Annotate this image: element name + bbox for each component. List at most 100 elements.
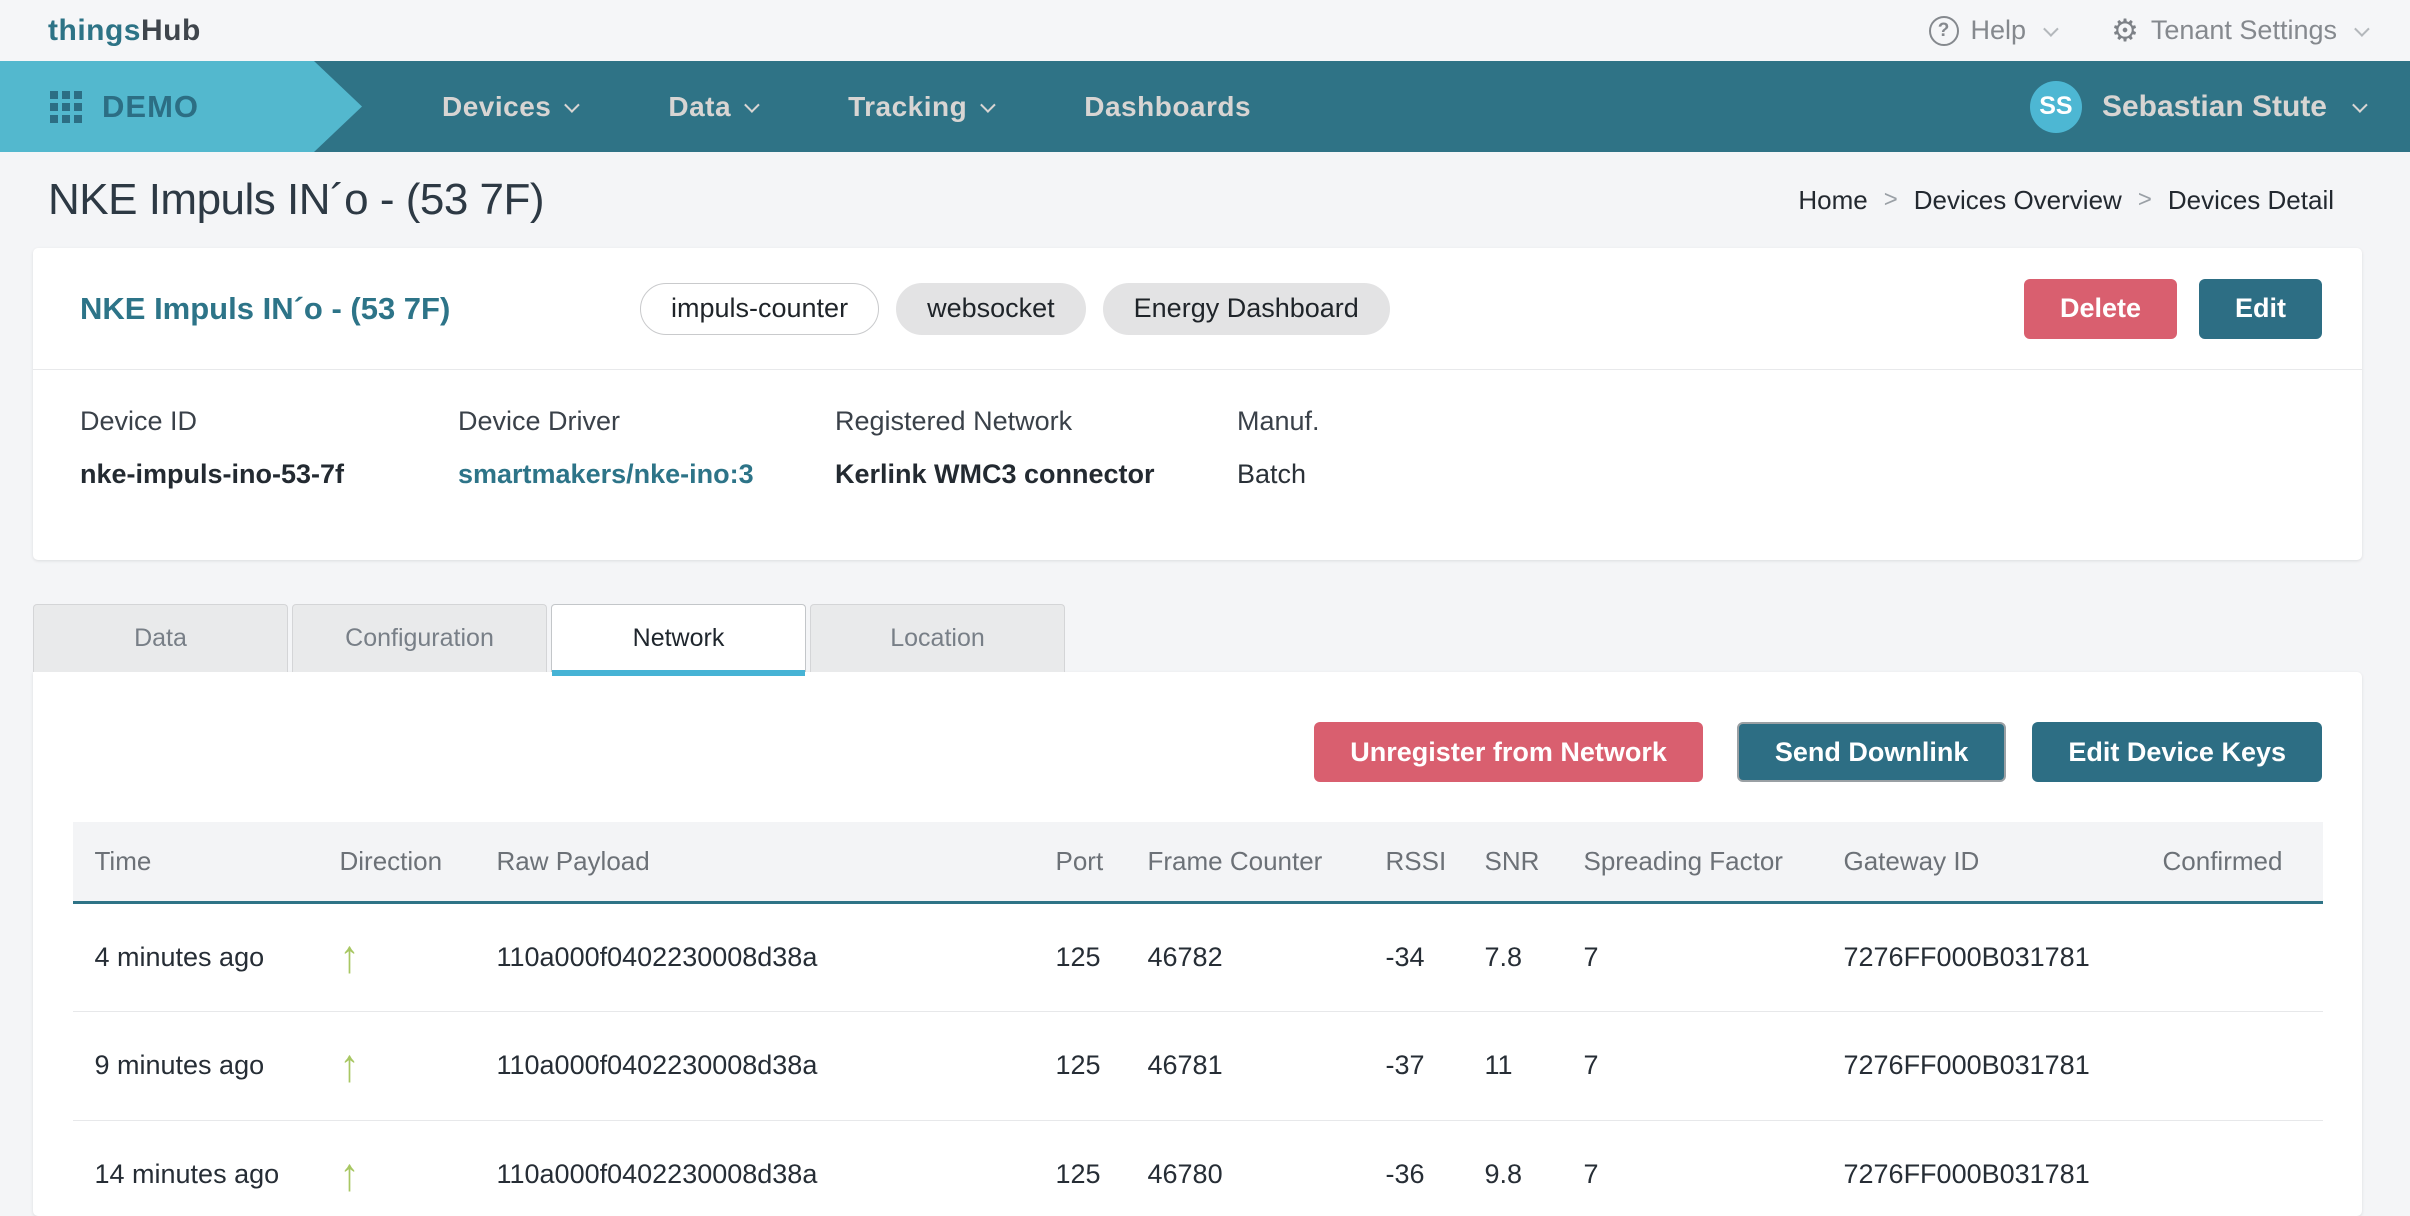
page-title: NKE Impuls IN´o - (53 7F) <box>48 175 544 225</box>
chevron-down-icon <box>980 97 996 113</box>
tab-configuration[interactable]: Configuration <box>292 604 547 672</box>
cell-port: 125 <box>1034 1120 1126 1216</box>
field-label: Registered Network <box>835 406 1237 437</box>
breadcrumb-devices-detail: Devices Detail <box>2168 185 2334 216</box>
unregister-from-network-button[interactable]: Unregister from Network <box>1314 722 1703 782</box>
top-bar: thingsHub ? Help ⚙ Tenant Settings <box>0 0 2410 61</box>
uplink-arrow-icon: ↑ <box>340 934 360 980</box>
cell-spreading-factor: 7 <box>1562 902 1822 1011</box>
nav-item-dashboards[interactable]: Dashboards <box>1084 91 1251 123</box>
edit-button[interactable]: Edit <box>2199 279 2322 339</box>
cell-direction: ↑ <box>318 902 475 1011</box>
table-row: 9 minutes ago ↑ 110a000f0402230008d38a 1… <box>73 1011 2323 1120</box>
tab-network[interactable]: Network <box>551 604 806 672</box>
help-menu[interactable]: ? Help <box>1929 15 2056 46</box>
cell-gateway-id: 7276FF000B031781 <box>1822 1011 2141 1120</box>
nav-item-data[interactable]: Data <box>668 91 756 123</box>
col-direction: Direction <box>318 822 475 902</box>
table-header-row: Time Direction Raw Payload Port Frame Co… <box>73 822 2323 902</box>
cell-time: 14 minutes ago <box>73 1120 318 1216</box>
cell-rssi: -34 <box>1364 902 1463 1011</box>
col-snr: SNR <box>1463 822 1562 902</box>
col-rssi: RSSI <box>1364 822 1463 902</box>
cell-frame-counter: 46781 <box>1126 1011 1364 1120</box>
cell-time: 9 minutes ago <box>73 1011 318 1120</box>
network-messages-table: Time Direction Raw Payload Port Frame Co… <box>73 822 2323 1216</box>
breadcrumb-home[interactable]: Home <box>1798 185 1867 216</box>
tag-impuls-counter[interactable]: impuls-counter <box>640 283 879 335</box>
col-time: Time <box>73 822 318 902</box>
col-raw-payload: Raw Payload <box>475 822 1034 902</box>
tenant-name: DEMO <box>102 89 199 125</box>
nav-item-devices[interactable]: Devices <box>442 91 576 123</box>
app-logo[interactable]: thingsHub <box>48 14 201 48</box>
tenant-settings-label: Tenant Settings <box>2151 15 2337 46</box>
cell-port: 125 <box>1034 1011 1126 1120</box>
chevron-down-icon <box>565 97 581 113</box>
chevron-down-icon <box>2043 21 2059 37</box>
tenant-settings-menu[interactable]: ⚙ Tenant Settings <box>2111 15 2366 46</box>
cell-snr: 9.8 <box>1463 1120 1562 1216</box>
cell-confirmed <box>2141 1011 2323 1120</box>
network-actions: Unregister from Network Send Downlink Ed… <box>33 722 2362 782</box>
cell-rssi: -37 <box>1364 1011 1463 1120</box>
field-device-id: Device ID nke-impuls-ino-53-7f <box>80 406 458 490</box>
nav-item-tracking[interactable]: Tracking <box>848 91 992 123</box>
tab-data[interactable]: Data <box>33 604 288 672</box>
cell-frame-counter: 46782 <box>1126 902 1364 1011</box>
brand-hub: Hub <box>141 14 201 47</box>
user-menu[interactable]: SS Sebastian Stute <box>2030 61 2364 152</box>
tag-energy-dashboard[interactable]: Energy Dashboard <box>1103 283 1390 335</box>
tag-websocket[interactable]: websocket <box>896 283 1086 335</box>
table-body: 4 minutes ago ↑ 110a000f0402230008d38a 1… <box>73 902 2323 1216</box>
cell-time: 4 minutes ago <box>73 902 318 1011</box>
send-downlink-button[interactable]: Send Downlink <box>1737 722 2007 782</box>
cell-confirmed <box>2141 1120 2323 1216</box>
nav-label: Dashboards <box>1084 91 1251 123</box>
field-registered-network: Registered Network Kerlink WMC3 connecto… <box>835 406 1237 490</box>
cell-raw-payload: 110a000f0402230008d38a <box>475 1120 1034 1216</box>
cell-raw-payload: 110a000f0402230008d38a <box>475 1011 1034 1120</box>
field-label: Device Driver <box>458 406 835 437</box>
main-nav: DEMO Devices Data Tracking Dashboards SS… <box>0 61 2410 152</box>
detail-tabs: Data Configuration Network Location <box>33 604 2362 672</box>
cell-gateway-id: 7276FF000B031781 <box>1822 902 2141 1011</box>
field-device-driver: Device Driver smartmakers/nke-ino:3 <box>458 406 835 490</box>
nav-label: Tracking <box>848 91 967 123</box>
cell-snr: 7.8 <box>1463 902 1562 1011</box>
breadcrumb-separator: > <box>1884 186 1898 214</box>
chevron-down-icon <box>744 97 760 113</box>
breadcrumb: Home > Devices Overview > Devices Detail <box>1798 185 2334 216</box>
tenant-switcher[interactable]: DEMO <box>0 61 362 152</box>
breadcrumb-devices-overview[interactable]: Devices Overview <box>1914 185 2122 216</box>
chevron-down-icon <box>2354 21 2370 37</box>
cell-direction: ↑ <box>318 1120 475 1216</box>
page-head: NKE Impuls IN´o - (53 7F) Home > Devices… <box>0 152 2410 248</box>
cell-raw-payload: 110a000f0402230008d38a <box>475 902 1034 1011</box>
uplink-arrow-icon: ↑ <box>340 1043 360 1089</box>
brand-things: things <box>48 14 141 47</box>
gear-icon: ⚙ <box>2111 15 2139 46</box>
device-name: NKE Impuls IN´o - (53 7F) <box>80 291 640 327</box>
cell-spreading-factor: 7 <box>1562 1011 1822 1120</box>
device-card: NKE Impuls IN´o - (53 7F) impuls-counter… <box>33 248 2362 560</box>
nav-label: Data <box>668 91 731 123</box>
help-icon: ? <box>1929 16 1959 46</box>
col-spreading-factor: Spreading Factor <box>1562 822 1822 902</box>
field-label: Device ID <box>80 406 458 437</box>
field-value: Kerlink WMC3 connector <box>835 459 1237 490</box>
chevron-down-icon <box>2352 97 2368 113</box>
field-manuf: Manuf. Batch <box>1237 406 1537 490</box>
cell-rssi: -36 <box>1364 1120 1463 1216</box>
col-port: Port <box>1034 822 1126 902</box>
field-value: Batch <box>1237 459 1537 490</box>
field-value: nke-impuls-ino-53-7f <box>80 459 458 490</box>
edit-device-keys-button[interactable]: Edit Device Keys <box>2032 722 2322 782</box>
uplink-arrow-icon: ↑ <box>340 1152 360 1198</box>
delete-button[interactable]: Delete <box>2024 279 2177 339</box>
tab-location[interactable]: Location <box>810 604 1065 672</box>
table-row: 14 minutes ago ↑ 110a000f0402230008d38a … <box>73 1120 2323 1216</box>
device-driver-link[interactable]: smartmakers/nke-ino:3 <box>458 459 835 490</box>
avatar: SS <box>2030 81 2082 133</box>
col-frame-counter: Frame Counter <box>1126 822 1364 902</box>
